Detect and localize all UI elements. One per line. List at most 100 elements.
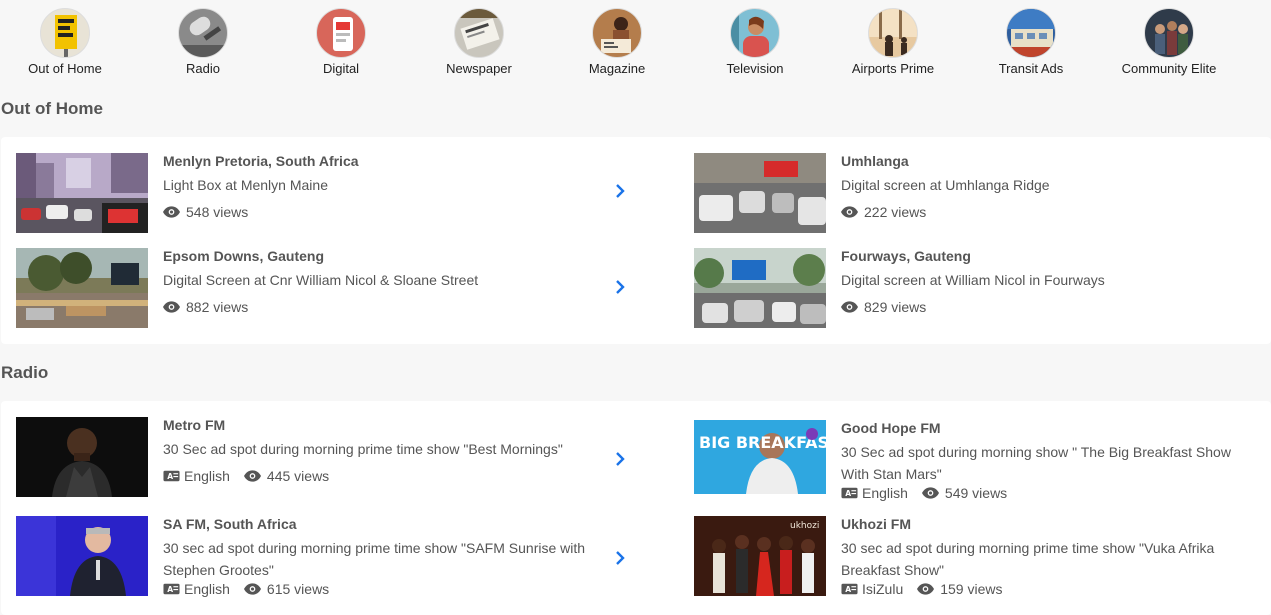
listing-description: 30 sec ad spot during morning prime time… (841, 540, 1215, 578)
listing-info: Metro FM 30 Sec ad spot during morning p… (163, 417, 603, 484)
section-title-out-of-home: Out of Home (1, 99, 103, 118)
category-community-elite[interactable]: Community Elite (1109, 8, 1229, 76)
airport-thumb-icon (868, 8, 918, 58)
listing-description: 30 Sec ad spot during morning prime time… (163, 441, 563, 457)
category-label: Community Elite (1121, 61, 1217, 76)
language-icon: A (841, 583, 858, 595)
category-magazine[interactable]: Magazine (557, 8, 677, 76)
category-label: Television (726, 61, 784, 76)
listing-description: 30 sec ad spot during morning prime time… (163, 540, 586, 578)
listing-meta: A IsiZulu 159 views (841, 581, 1261, 597)
community-thumb-icon (1144, 8, 1194, 58)
listing-description: Digital screen at William Nicol in Fourw… (841, 272, 1105, 288)
listing-description: 30 Sec ad spot during morning show " The… (841, 444, 1231, 482)
listing-meta: 882 views (163, 299, 603, 315)
magazine-thumb-icon (592, 8, 642, 58)
svg-text:A: A (167, 585, 173, 594)
listing-thumbnail (16, 417, 148, 497)
chevron-right-icon[interactable] (613, 279, 627, 295)
language-icon: A (163, 470, 180, 482)
listing-card[interactable]: Umhlanga Digital screen at Umhlanga Ridg… (694, 153, 1264, 233)
out-of-home-panel: Menlyn Pretoria, South Africa Light Box … (1, 137, 1271, 344)
listing-card[interactable]: Fourways, Gauteng Digital screen at Will… (694, 248, 1264, 328)
views-count: 445 views (266, 468, 330, 484)
listing-thumbnail (16, 248, 148, 328)
language-label: IsiZulu (862, 581, 904, 597)
category-label: Airports Prime (851, 61, 935, 76)
listing-card[interactable]: BIG BREAKFAST Good Hope FM 30 Sec ad spo… (694, 420, 1264, 501)
language-icon: A (841, 487, 858, 499)
category-newspaper[interactable]: Newspaper (419, 8, 539, 76)
svg-text:A: A (845, 489, 851, 498)
listing-card[interactable]: ukhozi Ukhozi FM 30 sec ad spot during m… (694, 516, 1264, 597)
listing-meta: 829 views (841, 299, 1261, 315)
chevron-right-icon[interactable] (613, 550, 627, 566)
listing-title: SA FM, South Africa (163, 516, 297, 532)
category-label: Magazine (588, 61, 646, 76)
television-thumb-icon (730, 8, 780, 58)
listing-title: Fourways, Gauteng (841, 248, 971, 264)
views-count: 159 views (940, 581, 1003, 597)
eye-icon (841, 206, 858, 218)
listing-card[interactable]: SA FM, South Africa 30 sec ad spot durin… (16, 516, 636, 597)
listing-meta: A English 549 views (841, 485, 1261, 501)
phone-thumb-icon (316, 8, 366, 58)
listing-card[interactable]: Menlyn Pretoria, South Africa Light Box … (16, 153, 636, 233)
section-title-radio: Radio (1, 363, 49, 382)
eye-icon (921, 487, 939, 499)
listing-meta: A English 445 views (163, 468, 603, 484)
chevron-right-icon[interactable] (613, 183, 627, 199)
chevron-right-icon[interactable] (613, 451, 627, 467)
listing-thumbnail (16, 516, 148, 596)
eye-icon (163, 206, 180, 218)
category-label: Transit Ads (998, 61, 1064, 76)
listing-card[interactable]: Metro FM 30 Sec ad spot during morning p… (16, 417, 636, 497)
eye-icon (243, 470, 261, 482)
listing-info: Epsom Downs, Gauteng Digital Screen at C… (163, 248, 603, 315)
category-label: Newspaper (446, 61, 512, 76)
views-count: 222 views (864, 204, 927, 220)
language-icon: A (163, 583, 180, 595)
category-out-of-home[interactable]: Out of Home (5, 8, 125, 76)
category-airports-prime[interactable]: Airports Prime (833, 8, 953, 76)
thumb-caption: ukhozi (790, 521, 819, 531)
category-label: Radio (186, 61, 220, 76)
listing-info: Umhlanga Digital screen at Umhlanga Ridg… (841, 153, 1261, 220)
category-strip: Out of Home Radio Digital Newspaper Maga… (0, 8, 1271, 80)
listing-title: Umhlanga (841, 153, 909, 169)
listing-info: Fourways, Gauteng Digital screen at Will… (841, 248, 1261, 315)
eye-icon (243, 583, 261, 595)
listing-info: SA FM, South Africa 30 sec ad spot durin… (163, 516, 603, 597)
eye-icon (841, 301, 858, 313)
newspaper-thumb-icon (454, 8, 504, 58)
eye-icon (917, 583, 935, 595)
listing-info: Ukhozi FM 30 sec ad spot during morning … (841, 516, 1261, 597)
eye-icon (163, 301, 180, 313)
listing-title: Good Hope FM (841, 420, 941, 436)
category-label: Digital (322, 61, 360, 76)
listing-description: Digital screen at Umhlanga Ridge (841, 177, 1050, 193)
listing-thumbnail (694, 248, 826, 328)
views-count: 549 views (944, 485, 1008, 501)
views-count: 548 views (186, 204, 249, 220)
listing-title: Menlyn Pretoria, South Africa (163, 153, 359, 169)
language-label: English (862, 485, 908, 501)
svg-text:A: A (845, 585, 851, 594)
listing-info: Good Hope FM 30 Sec ad spot during morni… (841, 420, 1261, 501)
microphone-thumb-icon (178, 8, 228, 58)
category-transit-ads[interactable]: Transit Ads (971, 8, 1091, 76)
listing-description: Digital Screen at Cnr William Nicol & Sl… (163, 272, 479, 288)
views-count: 829 views (864, 299, 927, 315)
listing-description: Light Box at Menlyn Maine (163, 177, 328, 193)
listing-card[interactable]: Epsom Downs, Gauteng Digital Screen at C… (16, 248, 636, 328)
listing-info: Menlyn Pretoria, South Africa Light Box … (163, 153, 603, 220)
views-count: 882 views (186, 299, 249, 315)
svg-text:A: A (167, 472, 173, 481)
category-digital[interactable]: Digital (281, 8, 401, 76)
category-television[interactable]: Television (695, 8, 815, 76)
listing-title: Epsom Downs, Gauteng (163, 248, 325, 264)
listing-thumbnail (694, 153, 826, 233)
category-radio[interactable]: Radio (143, 8, 263, 76)
listing-meta: A English 615 views (163, 581, 603, 597)
billboard-thumb-icon (40, 8, 90, 58)
